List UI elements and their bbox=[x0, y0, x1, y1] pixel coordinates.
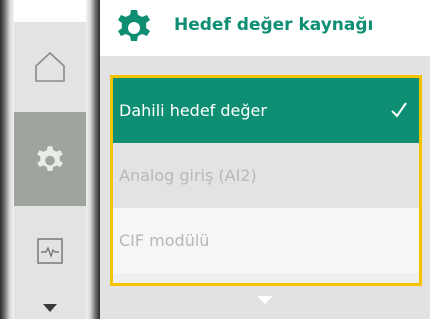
home-icon bbox=[35, 52, 65, 82]
list-item-analog-input[interactable]: Analog giriş (AI2) bbox=[113, 143, 419, 208]
nav-item-diagnostics[interactable] bbox=[14, 206, 86, 296]
page-header: Hedef değer kaynağı bbox=[100, 0, 430, 56]
nav-scroll-down[interactable] bbox=[14, 296, 86, 319]
list-item-label: CIF modülü bbox=[119, 231, 210, 250]
checkmark-icon bbox=[391, 102, 407, 118]
main-panel: Hedef değer kaynağı Dahili hedef değer A… bbox=[100, 0, 430, 319]
selection-list: Dahili hedef değer Analog giriş (AI2) CI… bbox=[110, 75, 422, 286]
list-item-cif-module[interactable]: CIF modülü bbox=[113, 208, 419, 273]
list-item-label: Dahili hedef değer bbox=[119, 101, 267, 120]
list-item-label: Analog giriş (AI2) bbox=[119, 166, 257, 185]
gear-icon bbox=[118, 10, 150, 41]
list-item-internal-setpoint[interactable]: Dahili hedef değer bbox=[113, 78, 419, 143]
nav-item-settings[interactable] bbox=[14, 112, 86, 206]
gear-icon bbox=[37, 146, 63, 171]
side-nav bbox=[0, 0, 100, 319]
nav-item-home[interactable] bbox=[14, 22, 86, 112]
page-title: Hedef değer kaynağı bbox=[174, 15, 374, 35]
diagnostics-icon bbox=[37, 238, 63, 264]
rail-shadow-right bbox=[86, 0, 100, 319]
rail-shadow-left bbox=[0, 0, 14, 319]
chevron-down-icon bbox=[43, 303, 57, 312]
chevron-down-icon[interactable] bbox=[257, 296, 273, 306]
